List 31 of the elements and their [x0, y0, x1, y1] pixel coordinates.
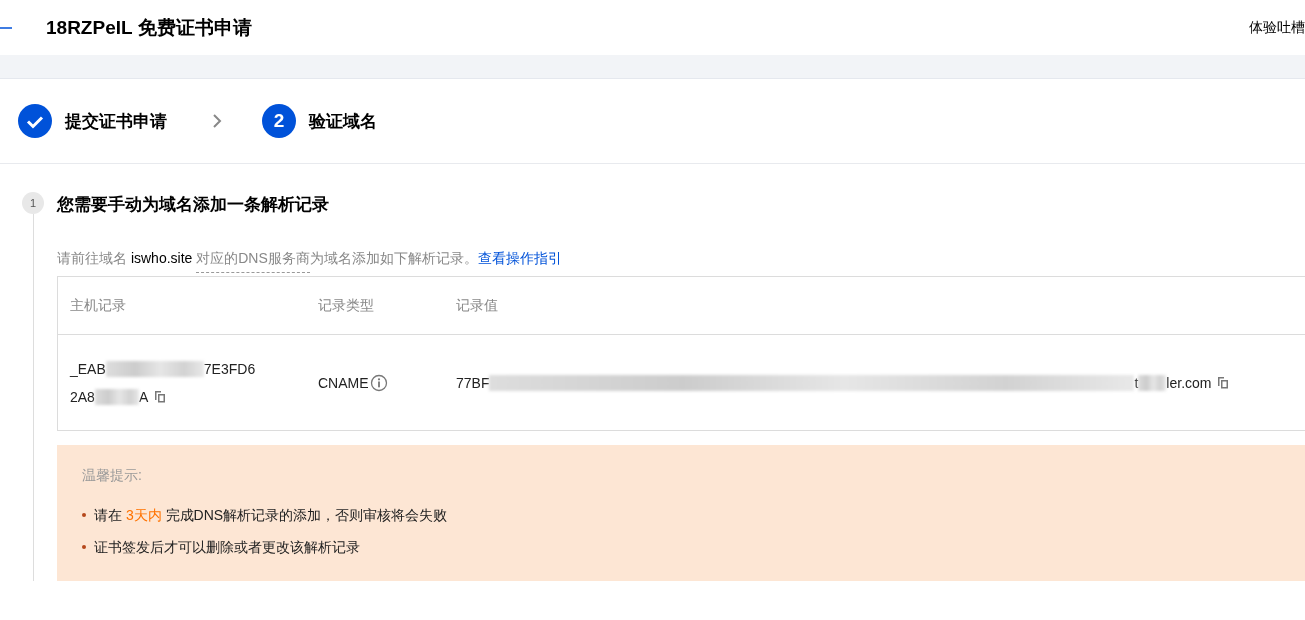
step-label: 提交证书申请 — [65, 110, 167, 133]
section-number: 1 — [22, 192, 44, 214]
column-header: 记录值 — [455, 296, 499, 315]
notice-item: 请在 3天内 完成DNS解析记录的添加，否则审核将会失败 — [94, 506, 448, 525]
record-type-text: CNAME — [318, 374, 369, 391]
host-record-text: A — [138, 387, 149, 407]
info-icon[interactable] — [369, 373, 388, 392]
feedback-link[interactable]: 体验吐槽 — [1249, 18, 1305, 37]
blurred-redaction — [1138, 374, 1167, 391]
chevron-right-icon — [212, 113, 222, 129]
guide-link[interactable]: 查看操作指引 — [477, 250, 562, 266]
bullet-icon — [82, 513, 86, 517]
notice-title: 温馨提示: — [82, 467, 143, 485]
record-value-text: t — [1134, 374, 1139, 391]
page-title: 18RZPeIL 免费证书申请 — [46, 15, 252, 40]
host-record-text: 2A8 — [70, 387, 95, 407]
section-title: 您需要手动为域名添加一条解析记录 — [57, 194, 330, 216]
column-header: 主机记录 — [69, 296, 127, 315]
column-header: 记录类型 — [317, 296, 375, 315]
step-label: 验证域名 — [309, 110, 377, 133]
bullet-icon — [82, 545, 86, 549]
host-record-text: 7E3FD6 — [203, 359, 256, 379]
step-number: 2 — [262, 104, 296, 138]
blurred-redaction — [94, 388, 139, 405]
record-value-text: 77BF — [456, 374, 490, 391]
host-record-text: _EAB — [70, 359, 106, 379]
copy-icon[interactable] — [1217, 376, 1230, 389]
record-value-text: ler.com — [1166, 374, 1212, 391]
instruction-text: 请前往域名 iswho.site 对应的DNS服务商为域名添加如下解析记录。查看操作指引 — [57, 248, 562, 275]
copy-icon[interactable] — [154, 390, 167, 403]
notice-item: 证书签发后才可以删除或者更改该解析记录 — [94, 538, 360, 557]
